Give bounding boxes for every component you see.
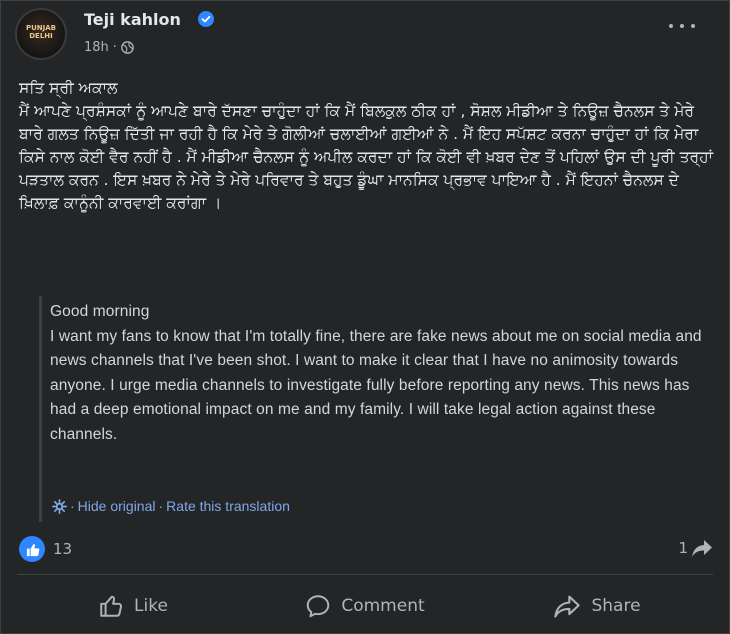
- translation-separator: ·: [158, 498, 164, 514]
- post-meta: 18h ·: [84, 40, 134, 55]
- comment-button[interactable]: Comment: [249, 581, 481, 631]
- share-arrow-icon: [692, 540, 712, 557]
- facebook-post: PUNJAB DELHI Teji kahlon 18h · ਸਤਿ ਸ੍ਰੀ …: [0, 0, 730, 634]
- share-button[interactable]: Share: [481, 581, 713, 631]
- author-name[interactable]: Teji kahlon: [84, 10, 181, 29]
- avatar-logo-text: PUNJAB DELHI: [25, 24, 57, 40]
- rate-translation-link[interactable]: Rate this translation: [166, 498, 290, 514]
- hide-original-link[interactable]: Hide original: [78, 498, 156, 514]
- action-bar: Like Comment Share: [17, 581, 713, 631]
- reaction-summary[interactable]: 13: [19, 536, 72, 562]
- globe-icon[interactable]: [121, 41, 134, 54]
- like-button[interactable]: Like: [17, 581, 249, 631]
- translation-links: · Hide original · Rate this translation: [52, 498, 290, 514]
- thumbs-up-icon: [100, 595, 123, 617]
- gear-icon: [52, 498, 67, 514]
- like-reaction-icon: [19, 536, 45, 562]
- meta-separator: ·: [112, 40, 117, 55]
- share-summary[interactable]: 1: [678, 538, 713, 558]
- more-horizontal-icon[interactable]: [669, 19, 695, 33]
- reaction-count[interactable]: 13: [53, 540, 72, 558]
- comment-icon: [307, 595, 330, 618]
- share-count[interactable]: 1: [678, 539, 688, 557]
- post-time[interactable]: 18h: [84, 40, 109, 55]
- verified-badge-icon: [198, 11, 214, 27]
- comment-label: Comment: [341, 596, 425, 616]
- translation-text: Good morning I want my fans to know that…: [50, 303, 702, 443]
- translation-separator: ·: [70, 498, 75, 514]
- divider: [17, 574, 713, 575]
- like-label: Like: [134, 596, 168, 616]
- post-original-text: ਸਤਿ ਸ੍ਰੀ ਅਕਾਲ ਮੈਂ ਆਪਣੇ ਪ੍ਰਸ਼ੰਸਕਾਂ ਨੂੰ ਆਪ…: [19, 79, 714, 212]
- translation-block: Good morning I want my fans to know that…: [39, 296, 712, 522]
- share-icon: [554, 595, 581, 618]
- share-label: Share: [591, 596, 641, 616]
- avatar[interactable]: PUNJAB DELHI: [15, 8, 67, 60]
